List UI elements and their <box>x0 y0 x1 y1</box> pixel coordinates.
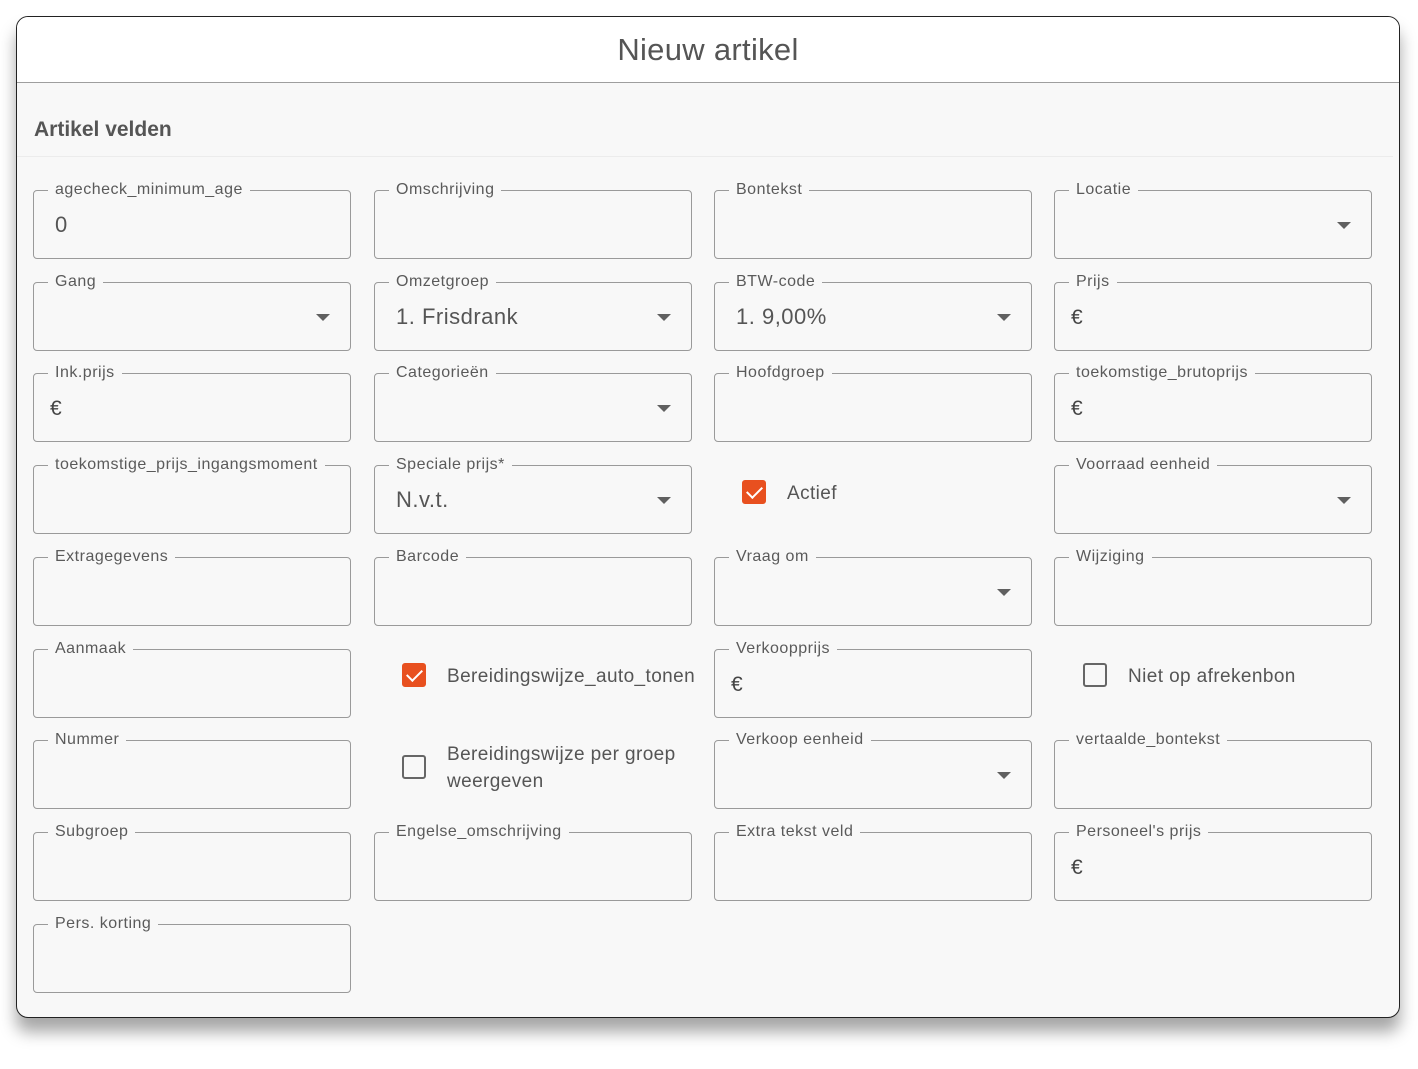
field-label: Pers. korting <box>48 914 159 934</box>
subgroep-field[interactable]: Subgroep <box>33 822 351 901</box>
field-label: Engelse_omschrijving <box>389 822 569 842</box>
field-label: Omzetgroep <box>389 272 497 292</box>
ink-prijs-field[interactable]: Ink.prijs € <box>33 363 351 442</box>
field-value: 1. 9,00% <box>736 304 827 329</box>
pers-korting-field[interactable]: Pers. korting <box>33 914 351 993</box>
field-label: Vraag om <box>729 547 816 567</box>
vraag-om-select[interactable]: Vraag om <box>714 547 1032 626</box>
vertaalde-bontekst-field[interactable]: vertaalde_bontekst <box>1054 730 1372 809</box>
field-label: Verkoop eenheid <box>729 730 871 750</box>
field-label: Personeel's prijs <box>1069 822 1209 842</box>
locatie-select[interactable]: Locatie <box>1054 180 1372 259</box>
checkbox-label: Bereidingswijze_auto_tonen <box>447 666 696 687</box>
wijziging-field[interactable]: Wijziging <box>1054 547 1372 626</box>
verkoop-eenheid-select[interactable]: Verkoop eenheid <box>714 730 1032 809</box>
euro-prefix: € <box>50 397 62 420</box>
dialog-title: Nieuw artikel <box>617 31 799 67</box>
dropdown-arrow-icon <box>1337 497 1351 504</box>
field-label: Subgroep <box>48 822 136 842</box>
aanmaak-field[interactable]: Aanmaak <box>33 639 351 718</box>
field-label: Omschrijving <box>389 180 502 200</box>
field-label: Barcode <box>389 547 467 567</box>
omzetgroep-select[interactable]: Omzetgroep 1. Frisdrank <box>374 272 692 351</box>
field-label: Nummer <box>48 730 127 750</box>
field-label: Gang <box>48 272 104 292</box>
prijs-field[interactable]: Prijs € <box>1054 272 1372 351</box>
engelse-omschrijving-field[interactable]: Engelse_omschrijving <box>374 822 692 901</box>
toekomstige-brutoprijs-field[interactable]: toekomstige_brutoprijs € <box>1054 363 1372 442</box>
dropdown-arrow-icon <box>316 314 330 321</box>
bereidingswijze-auto-tonen-row[interactable]: Bereidingswijze_auto_tonen <box>402 663 695 690</box>
field-label: agecheck_minimum_age <box>48 180 250 200</box>
bereidingswijze-auto-tonen-checkbox[interactable] <box>402 663 426 687</box>
bereidingswijze-per-groep-row[interactable]: Bereidingswijze per groep weergeven <box>402 741 697 795</box>
hoofdgroep-field[interactable]: Hoofdgroep <box>714 363 1032 442</box>
field-label: Aanmaak <box>48 639 134 659</box>
section-divider <box>17 156 1393 157</box>
euro-prefix: € <box>1071 397 1083 420</box>
field-label: BTW-code <box>729 272 823 292</box>
niet-op-afrekenbon-row[interactable]: Niet op afrekenbon <box>1083 663 1296 690</box>
omschrijving-field[interactable]: Omschrijving <box>374 180 692 259</box>
barcode-field[interactable]: Barcode <box>374 547 692 626</box>
categorieen-select[interactable]: Categorieën <box>374 363 692 442</box>
field-label: Voorraad eenheid <box>1069 455 1218 475</box>
field-label: toekomstige_brutoprijs <box>1069 363 1255 383</box>
field-label: Hoofdgroep <box>729 363 832 383</box>
agecheck-minimum-age-field[interactable]: agecheck_minimum_age 0 <box>33 180 351 259</box>
field-value: 1. Frisdrank <box>396 304 519 329</box>
dropdown-arrow-icon <box>997 314 1011 321</box>
field-label: Bontekst <box>729 180 810 200</box>
checkbox-label: Niet op afrekenbon <box>1128 666 1296 687</box>
bontekst-field[interactable]: Bontekst <box>714 180 1032 259</box>
toekomstige-prijs-ingangsmoment-field[interactable]: toekomstige_prijs_ingangsmoment <box>33 455 351 534</box>
speciale-prijs-select[interactable]: Speciale prijs* N.v.t. <box>374 455 692 534</box>
field-label: Extra tekst veld <box>729 822 861 842</box>
extra-tekst-veld-field[interactable]: Extra tekst veld <box>714 822 1032 901</box>
btw-code-select[interactable]: BTW-code 1. 9,00% <box>714 272 1032 351</box>
personeels-prijs-field[interactable]: Personeel's prijs € <box>1054 822 1372 901</box>
field-label: Extragegevens <box>48 547 176 567</box>
field-label: Verkoopprijs <box>729 639 838 659</box>
field-label: Locatie <box>1069 180 1139 200</box>
extragegevens-field[interactable]: Extragegevens <box>33 547 351 626</box>
checkbox-label: Bereidingswijze per groep weergeven <box>447 744 676 792</box>
field-label: toekomstige_prijs_ingangsmoment <box>48 455 325 475</box>
euro-prefix: € <box>1071 306 1083 329</box>
field-label: Ink.prijs <box>48 363 122 383</box>
euro-prefix: € <box>1071 856 1083 879</box>
dialog-header: Nieuw artikel <box>17 17 1399 83</box>
dropdown-arrow-icon <box>997 772 1011 779</box>
verkoopprijs-field[interactable]: Verkoopprijs € <box>714 639 1032 718</box>
gang-select[interactable]: Gang <box>33 272 351 351</box>
nummer-field[interactable]: Nummer <box>33 730 351 809</box>
voorraad-eenheid-select[interactable]: Voorraad eenheid <box>1054 455 1372 534</box>
field-label: Categorieën <box>389 363 496 383</box>
field-value: 0 <box>55 212 68 237</box>
new-article-dialog: Nieuw artikel Artikel velden agecheck_mi… <box>16 16 1400 1018</box>
actief-checkbox[interactable] <box>742 480 766 504</box>
dropdown-arrow-icon <box>997 589 1011 596</box>
dropdown-arrow-icon <box>657 314 671 321</box>
euro-prefix: € <box>731 673 743 696</box>
dropdown-arrow-icon <box>657 405 671 412</box>
checkbox-label: Actief <box>787 483 837 504</box>
field-value: N.v.t. <box>396 487 449 512</box>
niet-op-afrekenbon-checkbox[interactable] <box>1083 663 1107 687</box>
section-title: Artikel velden <box>34 118 172 141</box>
dropdown-arrow-icon <box>657 497 671 504</box>
actief-checkbox-row[interactable]: Actief <box>742 480 837 507</box>
field-label: vertaalde_bontekst <box>1069 730 1228 750</box>
bereidingswijze-per-groep-checkbox[interactable] <box>402 755 426 779</box>
field-label: Wijziging <box>1069 547 1152 567</box>
field-label: Prijs <box>1069 272 1117 292</box>
dropdown-arrow-icon <box>1337 222 1351 229</box>
field-label: Speciale prijs* <box>389 455 512 475</box>
